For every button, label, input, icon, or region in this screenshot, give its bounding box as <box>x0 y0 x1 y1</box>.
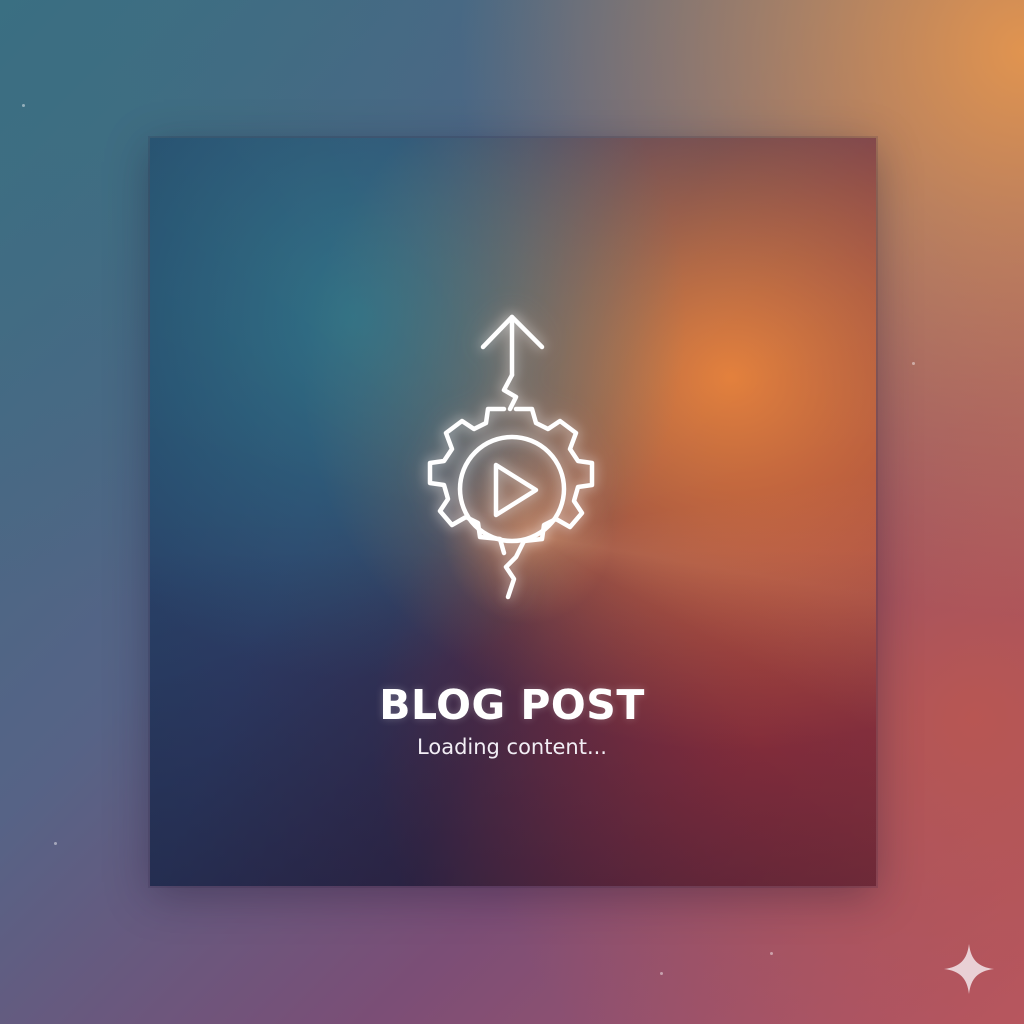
sparkle-icon <box>942 942 996 996</box>
background: BLOG POST Loading content... <box>0 0 1024 1024</box>
gear-play-upload-icon <box>400 305 624 610</box>
dust-particle <box>912 362 915 365</box>
dust-particle <box>22 104 25 107</box>
page-title: BLOG POST <box>379 681 645 729</box>
dust-particle <box>660 972 663 975</box>
loading-status-text: Loading content... <box>417 735 607 759</box>
dust-particle <box>54 842 57 845</box>
dust-particle <box>770 952 773 955</box>
